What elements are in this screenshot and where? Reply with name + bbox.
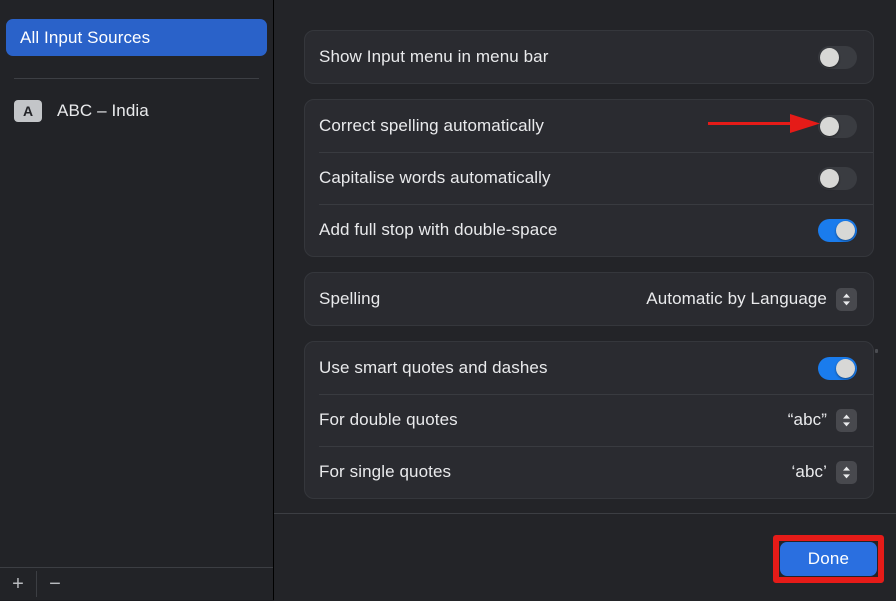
settings-group-spelling: Spelling Automatic by Language — [304, 272, 874, 326]
sidebar-item-label: All Input Sources — [20, 28, 150, 48]
row-add-full-stop[interactable]: Add full stop with double-space — [305, 204, 873, 256]
settings-group-smart-quotes: Use smart quotes and dashes For double q… — [304, 341, 874, 499]
list-item-label: ABC – India — [57, 101, 149, 121]
row-label: Add full stop with double-space — [319, 220, 557, 240]
double-quotes-popup-value: “abc” — [788, 410, 827, 430]
spelling-popup-button[interactable]: Automatic by Language — [646, 288, 857, 311]
single-quotes-popup-value: ‘abc’ — [792, 462, 827, 482]
row-double-quotes[interactable]: For double quotes “abc” — [305, 394, 873, 446]
settings-list: Show Input menu in menu bar Correct spel… — [274, 0, 896, 513]
settings-group-text-corrections: Correct spelling automatically Capitalis… — [304, 99, 874, 257]
add-full-stop-toggle[interactable] — [818, 219, 857, 242]
row-correct-spelling[interactable]: Correct spelling automatically — [305, 100, 873, 152]
input-sources-sidebar: All Input Sources A ABC – India + − — [0, 0, 274, 600]
row-control — [818, 219, 857, 242]
chevron-up-down-icon — [836, 409, 857, 432]
spelling-popup-value: Automatic by Language — [646, 289, 827, 309]
row-label: Capitalise words automatically — [319, 168, 551, 188]
settings-group-menu-bar: Show Input menu in menu bar — [304, 30, 874, 84]
toggle-knob — [836, 221, 855, 240]
toggle-knob — [820, 48, 839, 67]
list-item-abc-india[interactable]: A ABC – India — [6, 93, 267, 129]
row-capitalise-words[interactable]: Capitalise words automatically — [305, 152, 873, 204]
row-control — [818, 357, 857, 380]
correct-spelling-toggle[interactable] — [818, 115, 857, 138]
row-spelling[interactable]: Spelling Automatic by Language — [305, 273, 873, 325]
row-control — [818, 115, 857, 138]
capitalise-words-toggle[interactable] — [818, 167, 857, 190]
keyboard-layout-badge-icon: A — [14, 100, 42, 122]
done-button[interactable]: Done — [780, 542, 877, 576]
sidebar-toolbar: + − — [0, 567, 273, 600]
toggle-knob — [820, 169, 839, 188]
row-label: Show Input menu in menu bar — [319, 47, 549, 67]
row-label: Correct spelling automatically — [319, 116, 544, 136]
row-label: For double quotes — [319, 410, 458, 430]
sidebar-item-all-input-sources[interactable]: All Input Sources — [6, 19, 267, 56]
row-show-input-menu[interactable]: Show Input menu in menu bar — [305, 31, 873, 83]
chevron-up-down-icon — [836, 288, 857, 311]
row-control — [818, 46, 857, 69]
input-sources-settings-window: All Input Sources A ABC – India + − Show… — [0, 0, 896, 600]
use-smart-quotes-toggle[interactable] — [818, 357, 857, 380]
single-quotes-popup-button[interactable]: ‘abc’ — [792, 461, 857, 484]
show-input-menu-toggle[interactable] — [818, 46, 857, 69]
chevron-up-down-icon — [836, 461, 857, 484]
toggle-knob — [820, 117, 839, 136]
row-single-quotes[interactable]: For single quotes ‘abc’ — [305, 446, 873, 498]
row-label: For single quotes — [319, 462, 451, 482]
row-control: “abc” — [788, 409, 857, 432]
remove-input-source-button[interactable]: − — [37, 569, 73, 600]
row-use-smart-quotes[interactable]: Use smart quotes and dashes — [305, 342, 873, 394]
panel-footer: Done — [274, 513, 896, 601]
add-input-source-button[interactable]: + — [0, 569, 36, 600]
row-control: Automatic by Language — [646, 288, 857, 311]
row-control — [818, 167, 857, 190]
row-label: Use smart quotes and dashes — [319, 358, 548, 378]
input-sources-main-panel: Show Input menu in menu bar Correct spel… — [274, 0, 896, 600]
sidebar-divider — [14, 78, 259, 79]
double-quotes-popup-button[interactable]: “abc” — [788, 409, 857, 432]
row-control: ‘abc’ — [792, 461, 857, 484]
sidebar-list: All Input Sources A ABC – India — [0, 0, 273, 129]
row-label: Spelling — [319, 289, 380, 309]
toggle-knob — [836, 359, 855, 378]
render-artifact-dot — [875, 349, 878, 353]
